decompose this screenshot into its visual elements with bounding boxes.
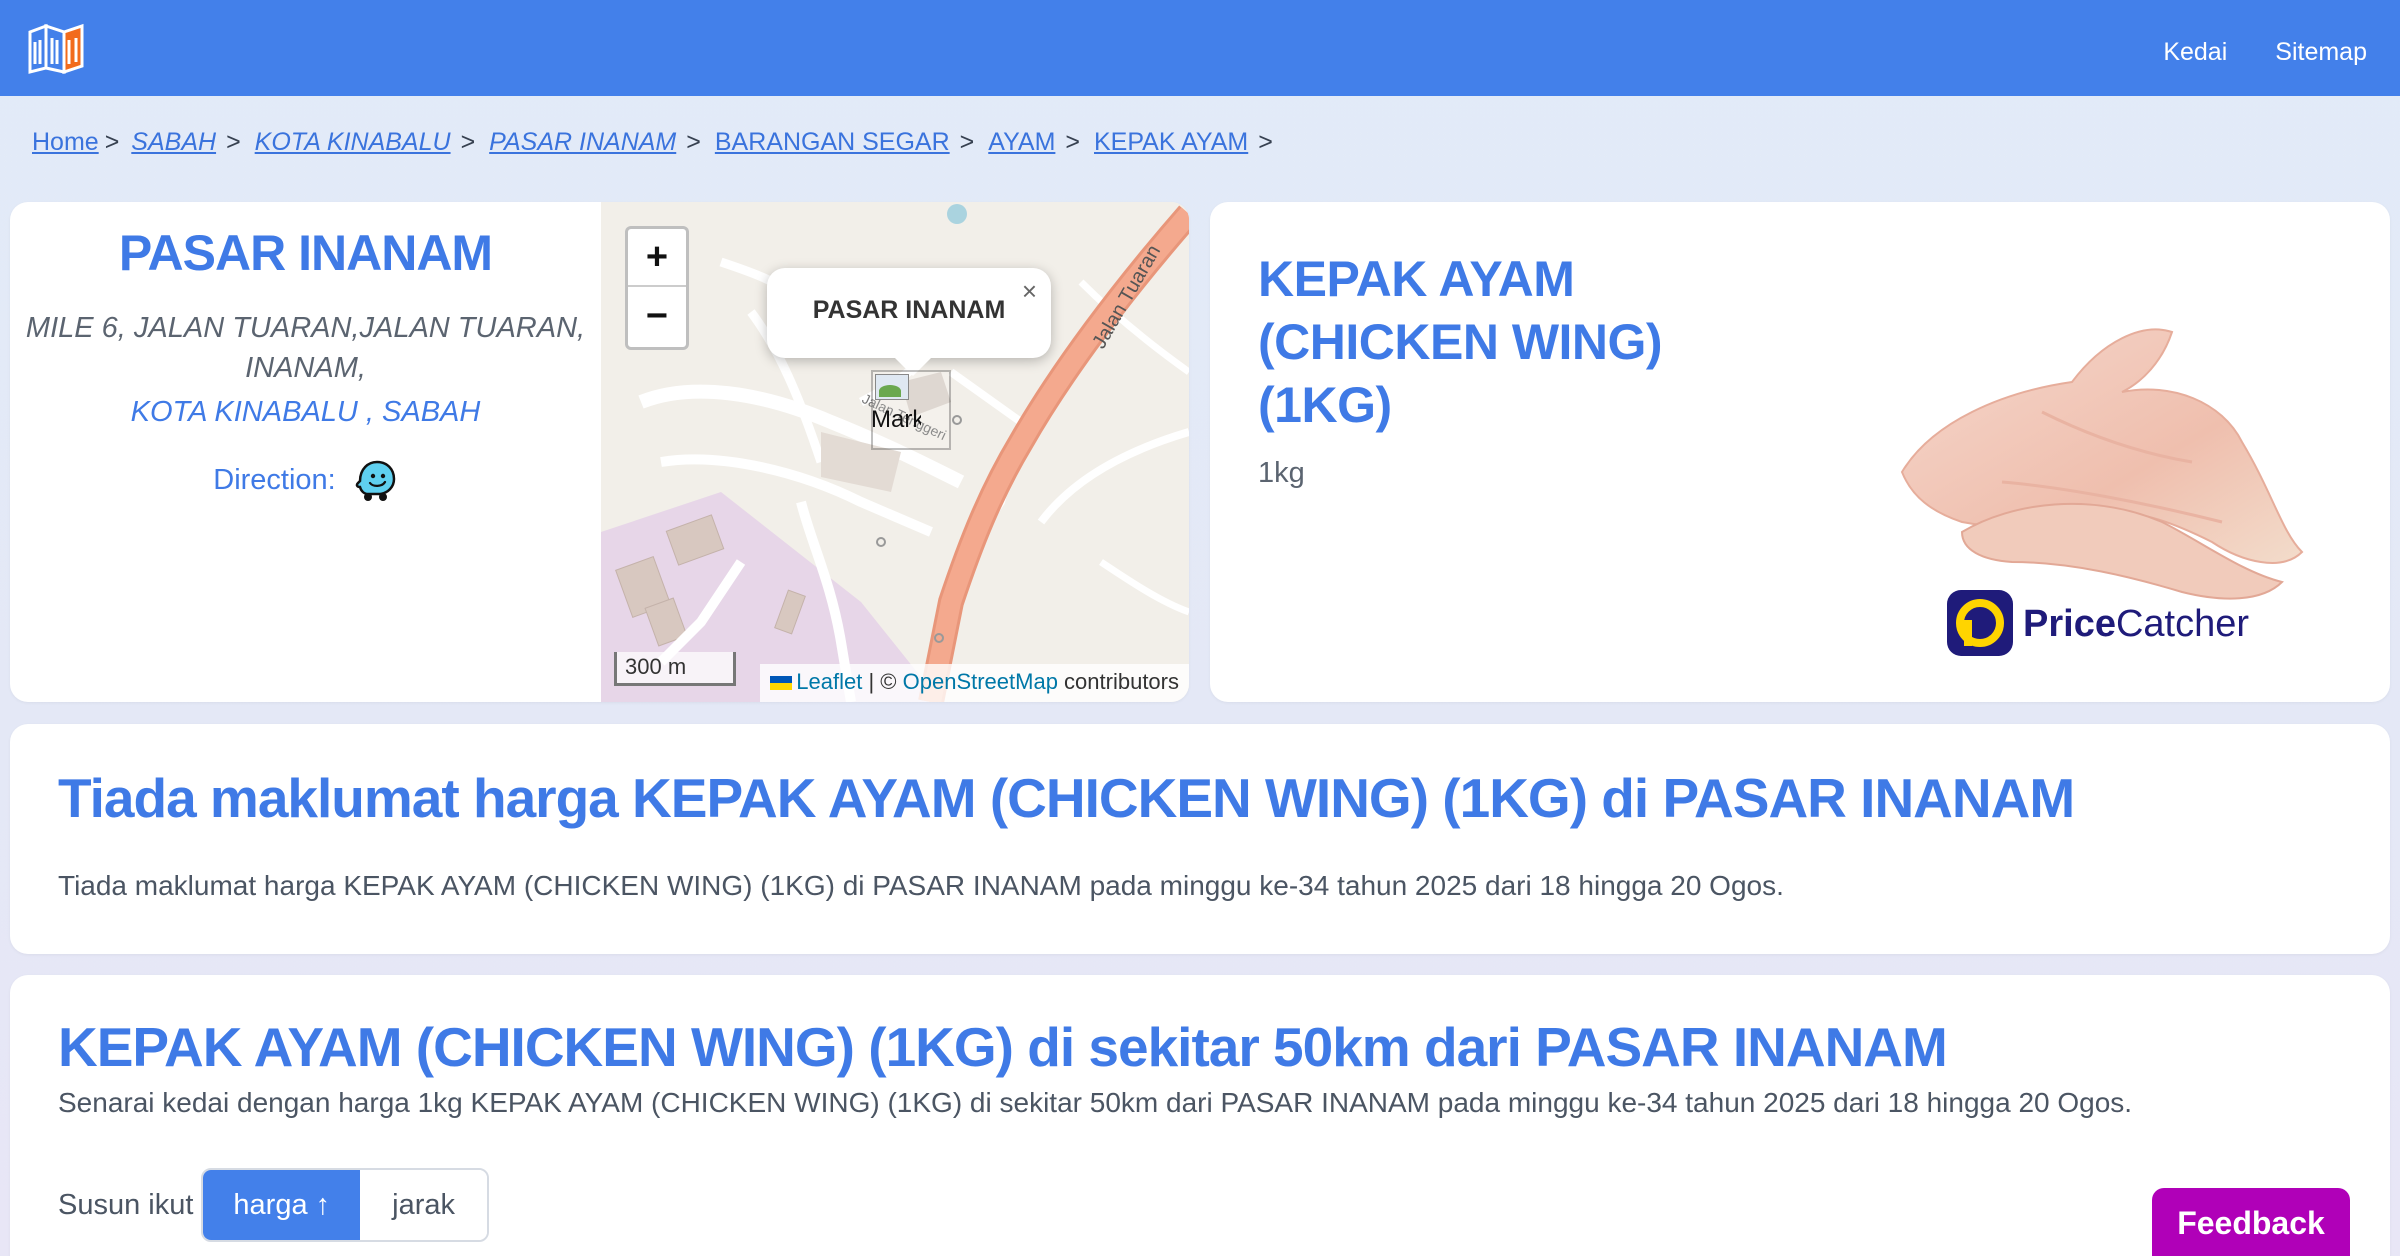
brand-rest: Catcher: [2116, 603, 2249, 645]
ukraine-flag-icon: [770, 676, 793, 691]
popup-title: PASAR INANAM: [812, 296, 1006, 324]
svg-text:PriceCatcher: PriceCatcher: [2023, 603, 2249, 645]
breadcrumb-separator: >: [1258, 128, 1273, 156]
map-marker[interactable]: Marker: [871, 370, 951, 450]
map-attribution: Leaflet | © OpenStreetMap contributors: [760, 664, 1189, 702]
nearby-card: KEPAK AYAM (CHICKEN WING) (1KG) di sekit…: [10, 975, 2390, 1256]
attribution-separator: | ©: [862, 669, 903, 694]
market-title: PASAR INANAM: [118, 225, 493, 281]
nav-link-sitemap[interactable]: Sitemap: [2275, 38, 2367, 67]
openstreetmap-link[interactable]: OpenStreetMap: [903, 669, 1058, 694]
nearby-text: Senarai kedai dengan harga 1kg KEPAK AYA…: [58, 1087, 2133, 1118]
breadcrumb-separator: >: [959, 128, 975, 156]
top-nav: Kedai Sitemap: [2163, 38, 2367, 67]
breadcrumb-barangan-segar[interactable]: BARANGAN SEGAR: [715, 128, 950, 157]
sort-segmented: harga ↑ jarak: [201, 1168, 490, 1242]
market-address: MILE 6, JALAN TUARAN,JALAN TUARAN, INANA…: [25, 312, 586, 384]
leaflet-link[interactable]: Leaflet: [796, 669, 862, 694]
breadcrumb-separator: >: [460, 128, 476, 156]
map-popup: PASAR INANAM ×: [767, 268, 1051, 376]
breadcrumb-kota-kinabalu[interactable]: KOTA KINABALU: [255, 128, 451, 157]
market-card: PASAR INANAM MILE 6, JALAN TUARAN,JALAN …: [10, 202, 1189, 702]
direction-label: Direction:: [213, 463, 336, 496]
chicken-wing-image: PriceCatcher: [1900, 328, 2304, 656]
breadcrumb-home[interactable]: Home: [32, 128, 99, 157]
site-logo-icon[interactable]: [26, 22, 86, 74]
zoom-out-button[interactable]: −: [628, 287, 686, 345]
brand-bold: Price: [2023, 603, 2116, 645]
product-unit: 1kg: [1258, 457, 1305, 489]
market-state-link[interactable]: SABAH: [382, 396, 480, 428]
breadcrumb-separator: >: [686, 128, 701, 156]
waze-icon[interactable]: [352, 457, 398, 503]
zoom-in-button[interactable]: +: [628, 229, 686, 287]
market-location-separator: ,: [357, 396, 383, 428]
pricecatcher-logo: PriceCatcher: [1947, 590, 2249, 656]
breadcrumb-sabah[interactable]: SABAH: [131, 128, 216, 157]
sort-control: Susun ikut harga ↑ jarak: [58, 1168, 490, 1242]
breadcrumb-ayam[interactable]: AYAM: [988, 128, 1055, 157]
attribution-tail: contributors: [1057, 669, 1179, 694]
map-view[interactable]: + − Jalan Tuaran Jalan Tenggeri PASAR IN…: [601, 202, 1189, 702]
top-nav-bar: Kedai Sitemap: [0, 0, 2400, 96]
no-price-text: Tiada maklumat harga KEPAK AYAM (CHICKEN…: [58, 870, 1784, 901]
nearby-title: KEPAK AYAM (CHICKEN WING) (1KG) di sekit…: [58, 1016, 1948, 1078]
sort-by-distance-button[interactable]: jarak: [360, 1170, 488, 1240]
marker-label: Marker: [871, 406, 921, 433]
market-info: PASAR INANAM MILE 6, JALAN TUARAN,JALAN …: [10, 202, 601, 702]
sort-label: Susun ikut: [58, 1188, 194, 1221]
market-city-link[interactable]: KOTA KINABALU: [131, 396, 358, 428]
product-title: KEPAK AYAM (CHICKEN WING) (1KG): [1258, 251, 1663, 433]
breadcrumb-separator: >: [1065, 128, 1080, 156]
market-location: KOTA KINABALU , SABAH: [10, 396, 601, 429]
feedback-button[interactable]: Feedback: [2152, 1188, 2350, 1256]
marker-image-icon: [875, 374, 909, 400]
direction-row: Direction:: [10, 457, 601, 503]
map-zoom-control: + −: [625, 226, 689, 350]
no-price-title: Tiada maklumat harga KEPAK AYAM (CHICKEN…: [58, 767, 2075, 829]
no-price-card: Tiada maklumat harga KEPAK AYAM (CHICKEN…: [10, 724, 2390, 954]
breadcrumb-separator: >: [226, 128, 241, 156]
product-card: KEPAK AYAM (CHICKEN WING) (1KG) 1kg Pric…: [1210, 202, 2390, 702]
map-scale: 300 m: [614, 652, 736, 686]
breadcrumb-pasar-inanam[interactable]: PASAR INANAM: [489, 128, 676, 157]
nav-link-kedai[interactable]: Kedai: [2163, 38, 2227, 67]
breadcrumb: Home > SABAH > KOTA KINABALU > PASAR INA…: [32, 128, 1287, 157]
breadcrumb-kepak-ayam[interactable]: KEPAK AYAM: [1094, 128, 1248, 157]
sort-by-price-button[interactable]: harga ↑: [203, 1170, 361, 1240]
popup-close-button[interactable]: ×: [1022, 276, 1037, 307]
breadcrumb-separator: >: [104, 128, 120, 156]
